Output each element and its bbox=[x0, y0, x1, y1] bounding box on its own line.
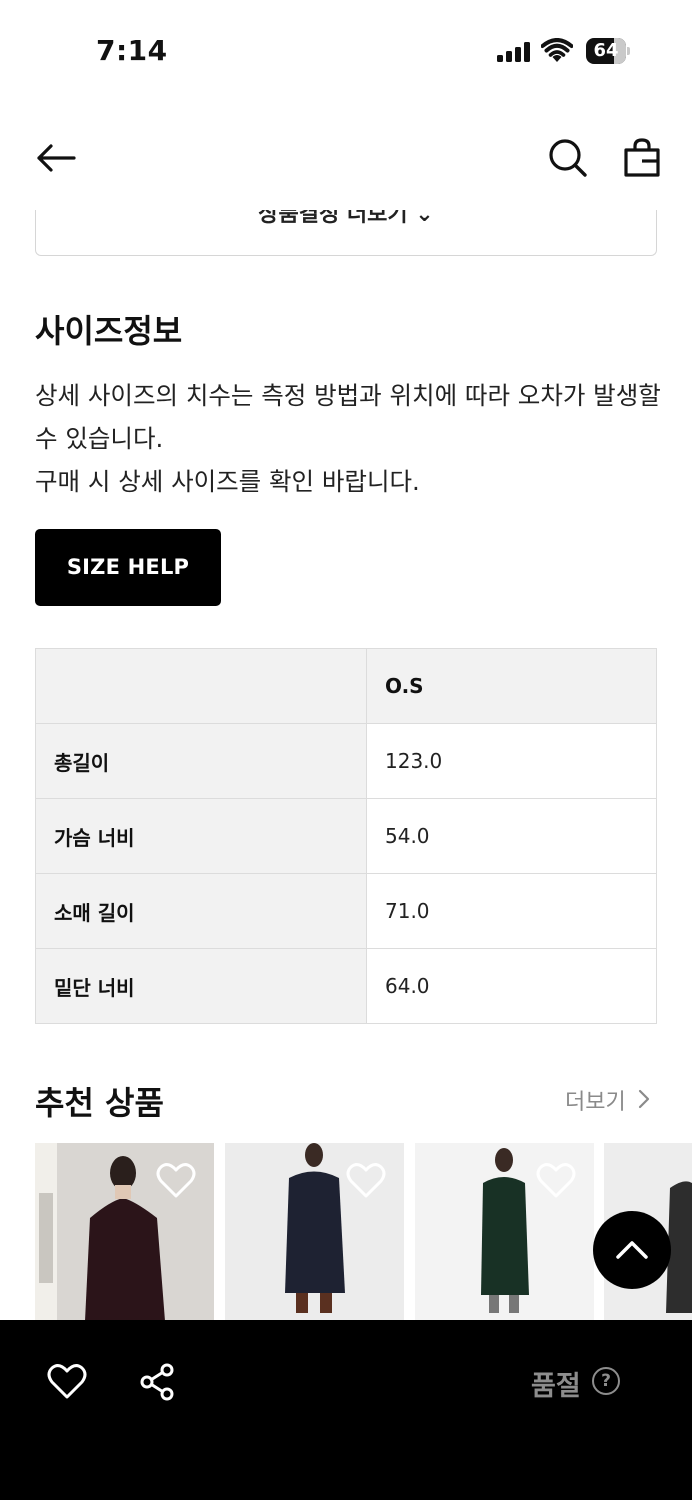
battery-level: 64 bbox=[593, 40, 619, 61]
status-time: 7:14 bbox=[96, 34, 168, 67]
heart-icon[interactable] bbox=[536, 1163, 576, 1199]
heart-icon[interactable] bbox=[47, 1362, 87, 1402]
scroll-to-top-button[interactable] bbox=[593, 1211, 671, 1289]
size-info-title: 사이즈정보 bbox=[35, 312, 183, 350]
more-link[interactable]: 더보기 bbox=[565, 1084, 626, 1116]
heart-icon[interactable] bbox=[156, 1163, 196, 1199]
chevron-up-icon bbox=[616, 1241, 648, 1259]
bottom-action-bar: 품절 ? bbox=[0, 1320, 692, 1500]
scroll-edge bbox=[0, 196, 692, 210]
size-table: O.S 총길이 123.0 가슴 너비 54.0 소매 길이 71.0 밑단 너… bbox=[35, 648, 657, 1024]
recommended-title: 추천 상품 bbox=[35, 1084, 164, 1122]
table-row: 가슴 너비 54.0 bbox=[35, 798, 657, 874]
product-card[interactable] bbox=[35, 1143, 214, 1321]
measurement-value: 123.0 bbox=[366, 723, 657, 799]
measurement-label: 총길이 bbox=[35, 723, 367, 799]
size-table-header-row: O.S bbox=[35, 648, 657, 724]
cellular-signal-icon bbox=[497, 42, 531, 62]
size-notice: 상세 사이즈의 치수는 측정 방법과 위치에 따라 오차가 발생할 수 있습니다… bbox=[35, 374, 665, 503]
top-nav bbox=[0, 120, 692, 196]
size-help-button[interactable]: SIZE HELP bbox=[35, 529, 221, 606]
arrow-left-icon[interactable] bbox=[34, 136, 78, 180]
measurement-label: 소매 길이 bbox=[35, 873, 367, 949]
help-icon[interactable]: ? bbox=[592, 1367, 620, 1395]
size-table-corner-cell bbox=[35, 648, 367, 724]
share-icon[interactable] bbox=[138, 1362, 178, 1402]
table-row: 총길이 123.0 bbox=[35, 723, 657, 799]
shopping-bag-icon[interactable] bbox=[620, 136, 664, 180]
measurement-label: 밑단 너비 bbox=[35, 948, 367, 1024]
measurement-value: 71.0 bbox=[366, 873, 657, 949]
table-row: 밑단 너비 64.0 bbox=[35, 948, 657, 1024]
size-notice-line-2: 구매 시 상세 사이즈를 확인 바랍니다. bbox=[35, 467, 420, 496]
chevron-right-icon[interactable] bbox=[637, 1089, 651, 1109]
measurement-value: 64.0 bbox=[366, 948, 657, 1024]
product-card[interactable] bbox=[225, 1143, 404, 1321]
table-row: 소매 길이 71.0 bbox=[35, 873, 657, 949]
size-table-size-header: O.S bbox=[366, 648, 657, 724]
battery-icon: 64 bbox=[586, 38, 630, 64]
status-bar: 7:14 64 bbox=[0, 0, 692, 100]
search-icon[interactable] bbox=[546, 136, 590, 180]
heart-icon[interactable] bbox=[346, 1163, 386, 1199]
wifi-icon bbox=[541, 38, 573, 62]
size-notice-line-1: 상세 사이즈의 치수는 측정 방법과 위치에 따라 오차가 발생할 수 있습니다… bbox=[35, 381, 661, 453]
product-card[interactable] bbox=[415, 1143, 594, 1321]
measurement-label: 가슴 너비 bbox=[35, 798, 367, 874]
measurement-value: 54.0 bbox=[366, 798, 657, 874]
soldout-label: 품절 bbox=[531, 1371, 581, 1402]
